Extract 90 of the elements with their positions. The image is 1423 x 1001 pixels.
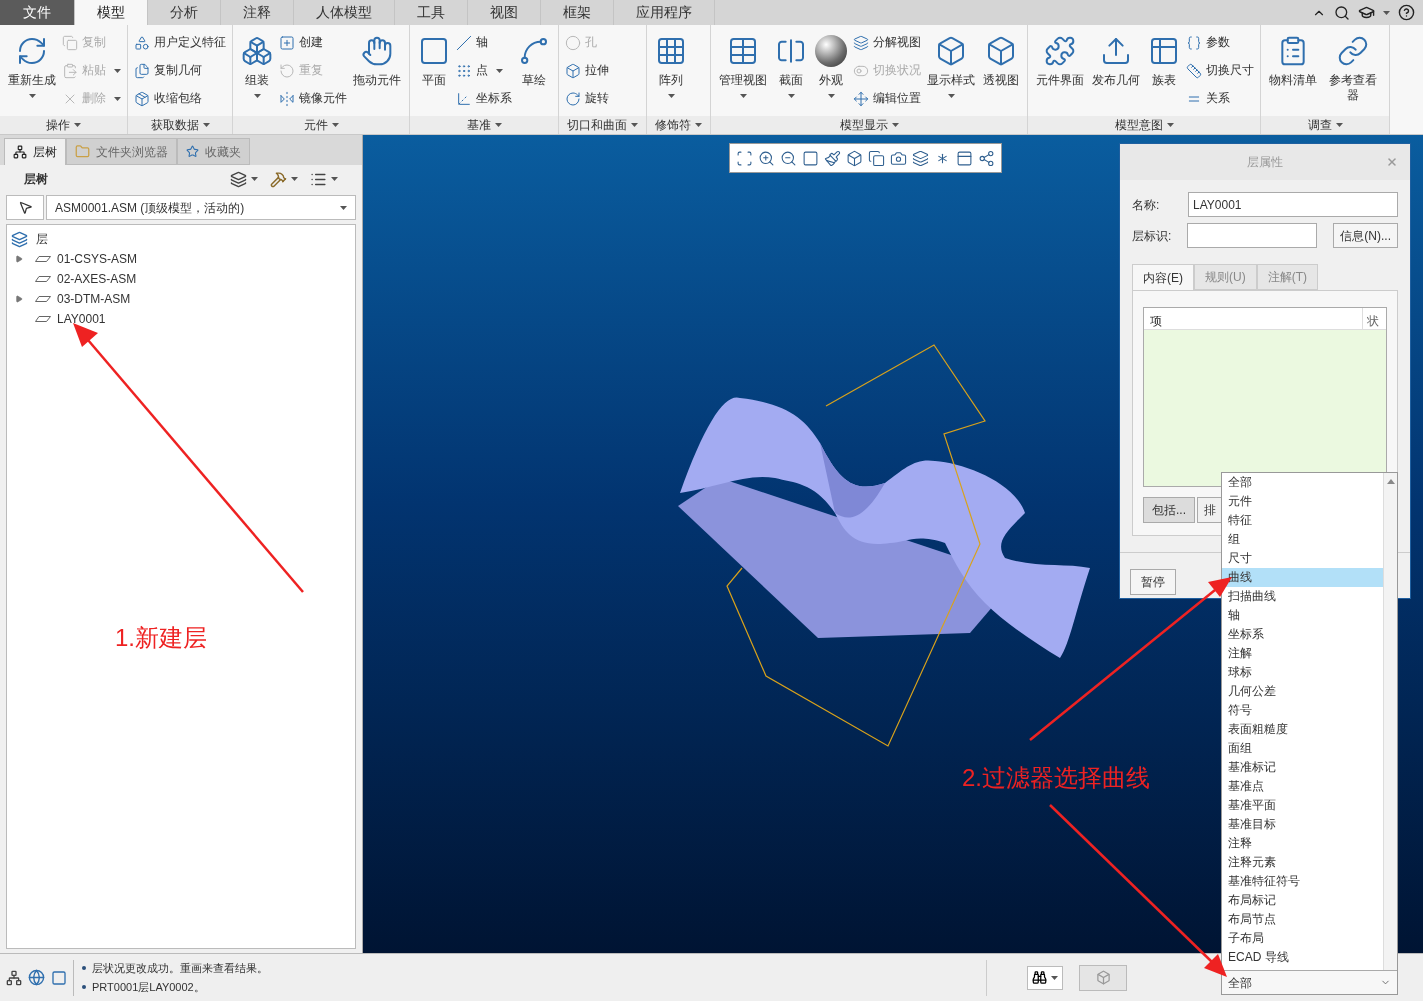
ribbon-tab[interactable]: 模型 bbox=[75, 0, 148, 25]
panel-title: 层树 bbox=[24, 171, 48, 188]
annotation-text: 1.新建层 bbox=[115, 623, 207, 653]
ribbon-button[interactable]: 坐标系 bbox=[456, 89, 512, 108]
group-label[interactable]: 修饰符 bbox=[647, 116, 710, 134]
ribbon-button[interactable]: 轴 bbox=[456, 33, 512, 52]
list-option[interactable]: 布局标记 bbox=[1222, 891, 1383, 910]
ribbon-button[interactable]: 分解视图 bbox=[853, 33, 921, 52]
ribbon-button[interactable]: 组装 bbox=[239, 31, 275, 116]
ribbon-button[interactable]: 截面 bbox=[773, 31, 809, 116]
ribbon-button[interactable]: 管理视图 bbox=[717, 31, 769, 116]
ribbon-button[interactable]: 外观 bbox=[813, 31, 849, 116]
ribbon-button[interactable]: 物料清单 bbox=[1267, 31, 1319, 116]
name-field[interactable]: LAY0001 bbox=[1188, 192, 1398, 217]
group-label[interactable]: 模型意图 bbox=[1028, 116, 1260, 134]
annotation-text: 2.过滤器选择曲线 bbox=[962, 763, 1150, 793]
list-option[interactable]: 轴 bbox=[1222, 606, 1383, 625]
field-label: 层标识: bbox=[1132, 227, 1173, 245]
group-label[interactable]: 元件 bbox=[233, 116, 409, 134]
ribbon-button[interactable]: 阵列 bbox=[653, 31, 689, 116]
ribbon-button[interactable]: 族表 bbox=[1146, 31, 1182, 116]
tree-item[interactable]: 层 bbox=[36, 230, 48, 248]
ribbon-button[interactable]: 旋转 bbox=[565, 89, 609, 108]
list-option[interactable]: 组 bbox=[1222, 530, 1383, 549]
tree-item[interactable]: 03-DTM-ASM bbox=[57, 290, 131, 308]
list-option[interactable]: 表面粗糙度 bbox=[1222, 720, 1383, 739]
group-label[interactable]: 基准 bbox=[410, 116, 558, 134]
tree-item[interactable]: 02-AXES-ASM bbox=[57, 270, 137, 288]
list-option[interactable]: 球标 bbox=[1222, 663, 1383, 682]
dialog-title: 层属性 bbox=[1247, 154, 1283, 171]
ribbon-button[interactable]: 重新生成 bbox=[6, 31, 58, 116]
navigator-tab[interactable]: 层树 bbox=[4, 138, 66, 165]
filter-combo[interactable]: 全部 bbox=[1222, 970, 1397, 994]
status-message: 层状况更改成功。重画来查看结果。 bbox=[92, 961, 268, 976]
ribbon-button[interactable]: 收缩包络 bbox=[134, 89, 226, 108]
dialog-tab[interactable]: 内容(E) bbox=[1132, 264, 1194, 290]
ribbon-button[interactable]: 草绘 bbox=[516, 31, 552, 116]
dialog-button[interactable]: 包括... bbox=[1143, 497, 1195, 523]
navigator-tab[interactable]: 收藏夹 bbox=[177, 138, 250, 165]
ribbon-button[interactable]: 显示样式 bbox=[925, 31, 977, 116]
model-selector[interactable]: ASM0001.ASM (顶级模型，活动的) bbox=[46, 195, 356, 220]
list-option[interactable]: 基准平面 bbox=[1222, 796, 1383, 815]
list-option[interactable]: 符号 bbox=[1222, 701, 1383, 720]
field-label: 名称: bbox=[1132, 196, 1161, 214]
ribbon-button[interactable]: 参数 bbox=[1186, 33, 1254, 52]
tree-item[interactable]: 01-CSYS-ASM bbox=[57, 250, 138, 268]
list-option[interactable]: 子布局 bbox=[1222, 929, 1383, 948]
list-option[interactable]: 基准标记 bbox=[1222, 758, 1383, 777]
list-option[interactable]: 注释元素 bbox=[1222, 853, 1383, 872]
column-header: 状 bbox=[1362, 308, 1386, 329]
list-option[interactable]: 坐标系 bbox=[1222, 625, 1383, 644]
list-option[interactable]: 扫描曲线 bbox=[1222, 587, 1383, 606]
column-header: 项 bbox=[1149, 313, 1163, 329]
ribbon-button[interactable]: 发布几何 bbox=[1090, 31, 1142, 116]
info-button[interactable]: 信息(N)... bbox=[1333, 223, 1398, 248]
group-label[interactable]: 调查 bbox=[1261, 116, 1389, 134]
ribbon-button[interactable]: 切换尺寸 bbox=[1186, 61, 1254, 80]
ribbon-button[interactable]: 点 bbox=[456, 61, 512, 80]
list-option[interactable]: 布局节点 bbox=[1222, 910, 1383, 929]
navigator-tab[interactable]: 文件夹浏览器 bbox=[66, 138, 177, 165]
status-message: PRT0001层LAY0002。 bbox=[92, 979, 205, 995]
list-option[interactable]: ECAD 导线 bbox=[1222, 948, 1383, 967]
list-option[interactable]: 几何公差 bbox=[1222, 682, 1383, 701]
ribbon-button[interactable]: 拉伸 bbox=[565, 61, 609, 80]
ribbon-button[interactable]: 创建 bbox=[279, 33, 347, 52]
group-label[interactable]: 操作 bbox=[0, 116, 127, 134]
ribbon-button[interactable]: 编辑位置 bbox=[853, 89, 921, 108]
group-label[interactable]: 获取数据 bbox=[128, 116, 232, 134]
ribbon-button[interactable]: 拖动元件 bbox=[351, 31, 403, 116]
list-option[interactable]: 尺寸 bbox=[1222, 549, 1383, 568]
ribbon-button[interactable]: 透视图 bbox=[981, 31, 1021, 116]
ribbon-button[interactable]: 复制几何 bbox=[134, 61, 226, 80]
ribbon-button[interactable]: 用户定义特征 bbox=[134, 33, 226, 52]
ribbon-button[interactable]: 参考查看器 bbox=[1323, 31, 1383, 116]
pause-button[interactable]: 暂停 bbox=[1130, 569, 1176, 595]
list-option[interactable]: 基准目标 bbox=[1222, 815, 1383, 834]
list-option[interactable]: 注释 bbox=[1222, 834, 1383, 853]
list-option[interactable]: 基准特征符号 bbox=[1222, 872, 1383, 891]
ribbon-button[interactable]: 镜像元件 bbox=[279, 89, 347, 108]
file-tab[interactable]: 文件 bbox=[0, 0, 75, 25]
list-option[interactable]: 注解 bbox=[1222, 644, 1383, 663]
list-option[interactable]: 面组 bbox=[1222, 739, 1383, 758]
ribbon-button[interactable]: 关系 bbox=[1186, 89, 1254, 108]
group-label[interactable]: 模型显示 bbox=[711, 116, 1027, 134]
group-label[interactable]: 切口和曲面 bbox=[559, 116, 646, 134]
ribbon-button[interactable]: 元件界面 bbox=[1034, 31, 1086, 116]
list-option[interactable]: 全部 bbox=[1222, 473, 1383, 492]
ribbon-button[interactable]: 平面 bbox=[416, 31, 452, 116]
tree-item[interactable]: LAY0001 bbox=[57, 310, 106, 328]
list-option[interactable]: 基准点 bbox=[1222, 777, 1383, 796]
